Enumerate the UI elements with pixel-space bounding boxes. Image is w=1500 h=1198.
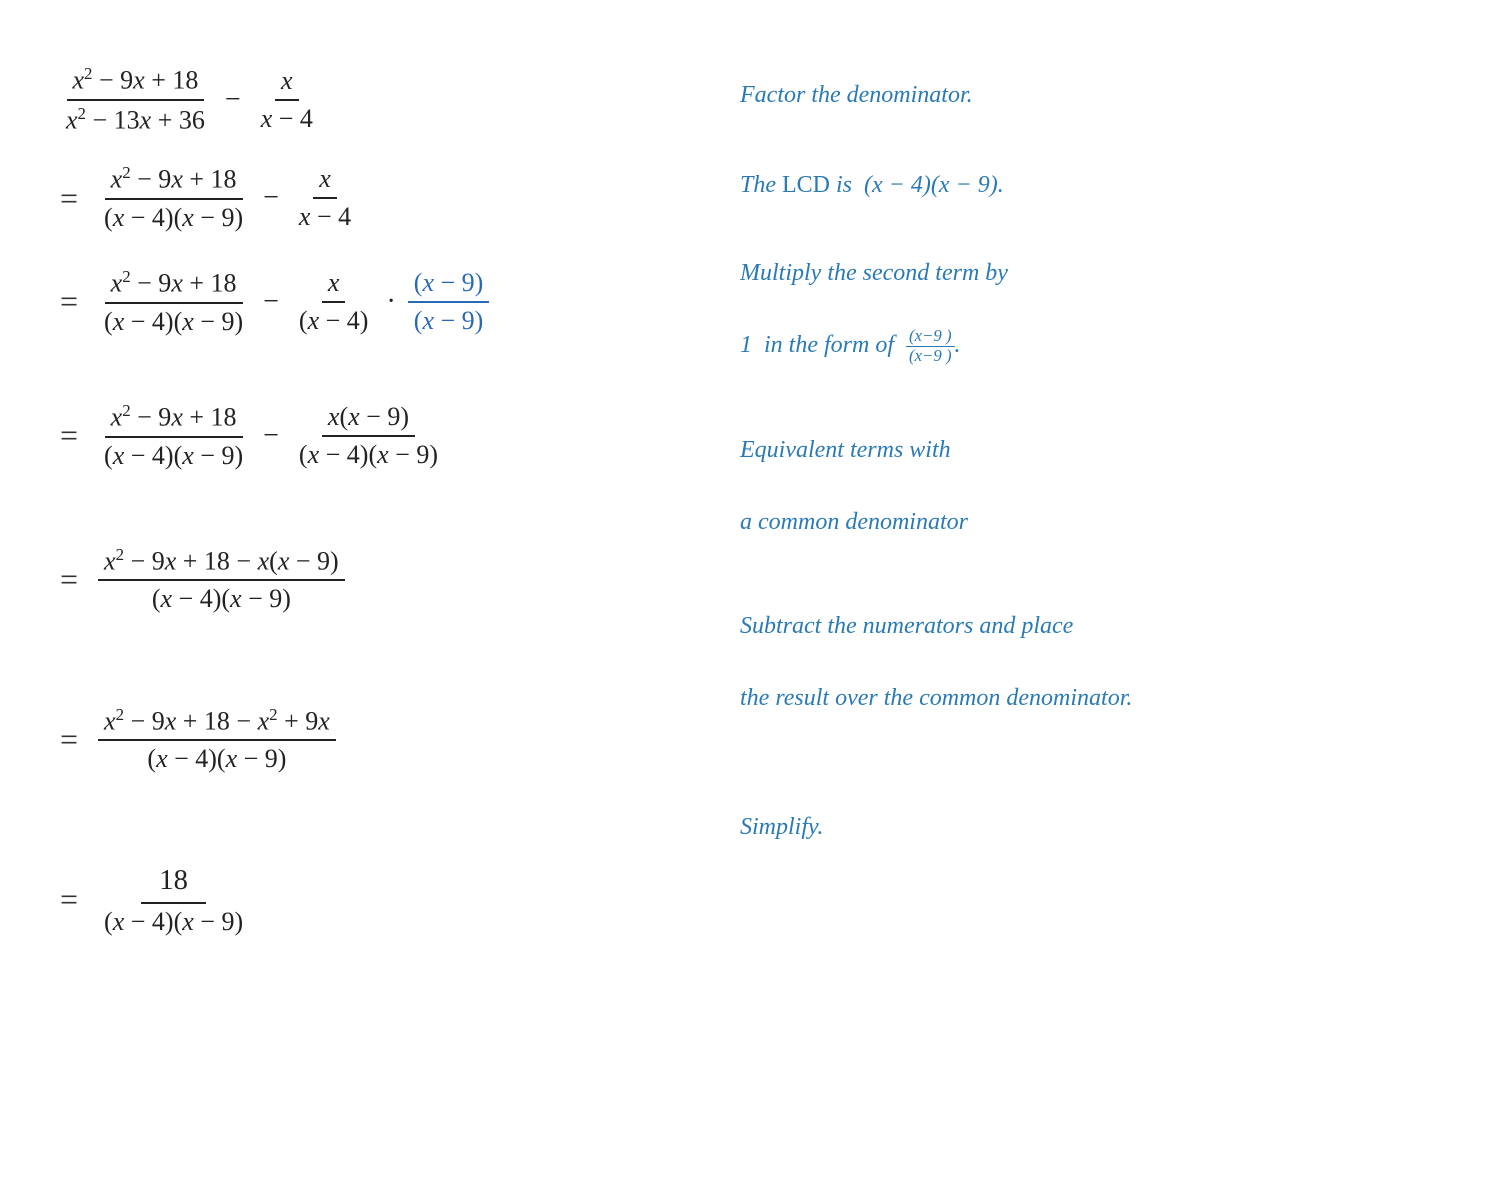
denominator-step0-right: x − 4 [255,101,319,136]
ann2-lcd: LCD [782,172,830,198]
numerator-step2-multiplier: (x − 9) [408,266,490,303]
numerator-step1-right: x [313,162,337,199]
step-4: = x2 − 9x + 18 − x(x − 9) (x − 4)(x − 9) [60,515,680,645]
step-2: = x2 − 9x + 18 (x − 4)(x − 9) − x (x − 4… [60,247,680,357]
equals-4: = [60,561,78,598]
fraction-step3-right: x(x − 9) (x − 4)(x − 9) [293,400,444,472]
annotation-6-text: Simplify. [740,809,1440,845]
minus-op-3: − [263,420,279,452]
inline-frac-num: (x−9 ) [906,327,955,346]
numerator-step0-left: x2 − 9x + 18 [67,62,205,101]
equals-2: = [60,283,78,320]
denominator-step3-right: (x − 4)(x − 9) [293,437,444,472]
step-6: = 18 (x − 4)(x − 9) [60,835,680,965]
denominator-step1-left: (x − 4)(x − 9) [98,200,249,235]
denominator-step2-right: (x − 4) [293,303,375,338]
minus-op-2: − [263,286,279,318]
step-1: = x2 − 9x + 18 (x − 4)(x − 9) − x x − 4 [60,149,680,247]
annotation-3-line2: 1 in the form of (x−9 ) (x−9 ) . [740,327,1440,365]
annotation-2-text: The LCD is (x − 4)(x − 9). [740,167,1440,203]
annotation-6: Simplify. [740,772,1440,882]
step-5: = x2 − 9x + 18 − x2 + 9x (x − 4)(x − 9) [60,675,680,805]
fraction-step0-left: x2 − 9x + 18 x2 − 13x + 36 [60,62,211,137]
fraction-step2-multiplier: (x − 9) (x − 9) [408,266,490,338]
equals-3: = [60,417,78,454]
denominator-step4: (x − 4)(x − 9) [146,581,297,616]
denominator-step0-left: x2 − 13x + 36 [60,101,211,138]
numerator-step3-right: x(x − 9) [322,400,415,437]
denominator-step2-multiplier: (x − 9) [408,303,490,338]
dot-op-2: · [386,286,395,318]
ann2-pre: The [740,172,776,198]
fraction-step6: 18 (x − 4)(x − 9) [98,861,249,939]
annotation-4: Equivalent terms with a common denominat… [740,420,1440,552]
numerator-step0-right: x [275,64,299,101]
numerator-step5: x2 − 9x + 18 − x2 + 9x [98,703,336,742]
fraction-step5: x2 − 9x + 18 − x2 + 9x (x − 4)(x − 9) [98,703,336,777]
equals-5: = [60,721,78,758]
step-3: = x2 − 9x + 18 (x − 4)(x − 9) − x(x − 9)… [60,387,680,485]
fraction-step3-left: x2 − 9x + 18 (x − 4)(x − 9) [98,399,249,473]
annotation-3-text: Multiply the second term by 1 in the for… [740,255,1440,365]
ann2-post: is [836,172,852,198]
step-0: x2 − 9x + 18 x2 − 13x + 36 − x x − 4 [60,50,680,149]
numerator-step6: 18 [141,861,206,904]
denominator-step3-left: (x − 4)(x − 9) [98,438,249,473]
denominator-step2-left: (x − 4)(x − 9) [98,304,249,339]
fraction-step1-right: x x − 4 [293,162,357,234]
fraction-step1-left: x2 − 9x + 18 (x − 4)(x − 9) [98,161,249,235]
denominator-step5: (x − 4)(x − 9) [141,741,292,776]
annotation-1-text: Factor the denominator. [740,77,1440,113]
equals-1: = [60,180,78,217]
inline-frac-den: (x−9 ) [906,347,955,365]
annotation-4-text: Equivalent terms with a common denominat… [740,432,1440,540]
page-container: x2 − 9x + 18 x2 − 13x + 36 − x x − 4 = [60,40,1440,965]
fraction-step2-left: x2 − 9x + 18 (x − 4)(x − 9) [98,265,249,339]
annotation-1: Factor the denominator. [740,50,1440,140]
annotation-2: The LCD is (x − 4)(x − 9). [740,140,1440,230]
minus-op-1: − [263,182,279,214]
fraction-step0-right: x x − 4 [255,64,319,136]
numerator-step2-left: x2 − 9x + 18 [105,265,243,304]
numerator-step3-left: x2 − 9x + 18 [105,399,243,438]
numerator-step2-right: x [322,266,346,303]
annotation-6-label: Simplify. [740,809,1440,845]
annotation-column: Factor the denominator. The LCD is (x − … [740,40,1440,882]
annotation-1-label: Factor the denominator. [740,77,1440,113]
inline-fraction-ann3: (x−9 ) (x−9 ) [906,327,955,365]
annotation-3: Multiply the second term by 1 in the for… [740,230,1440,390]
annotation-4-line1: Equivalent terms with [740,432,1440,468]
equals-6: = [60,881,78,918]
annotation-5: Subtract the numerators and place the re… [740,582,1440,742]
annotation-2-label: The LCD is (x − 4)(x − 9). [740,167,1440,203]
minus-op-0: − [225,84,241,116]
denominator-step6: (x − 4)(x − 9) [98,904,249,939]
numerator-step4: x2 − 9x + 18 − x(x − 9) [98,543,345,582]
annotation-4-line2: a common denominator [740,504,1440,540]
annotation-5-line1: Subtract the numerators and place [740,608,1440,644]
annotation-5-text: Subtract the numerators and place the re… [740,608,1440,716]
math-column: x2 − 9x + 18 x2 − 13x + 36 − x x − 4 = [60,40,680,965]
annotation-5-line2: the result over the common denominator. [740,680,1440,716]
fraction-step2-right: x (x − 4) [293,266,375,338]
denominator-step1-right: x − 4 [293,199,357,234]
annotation-3-line1: Multiply the second term by [740,255,1440,291]
numerator-step1-left: x2 − 9x + 18 [105,161,243,200]
fraction-step4: x2 − 9x + 18 − x(x − 9) (x − 4)(x − 9) [98,543,345,617]
